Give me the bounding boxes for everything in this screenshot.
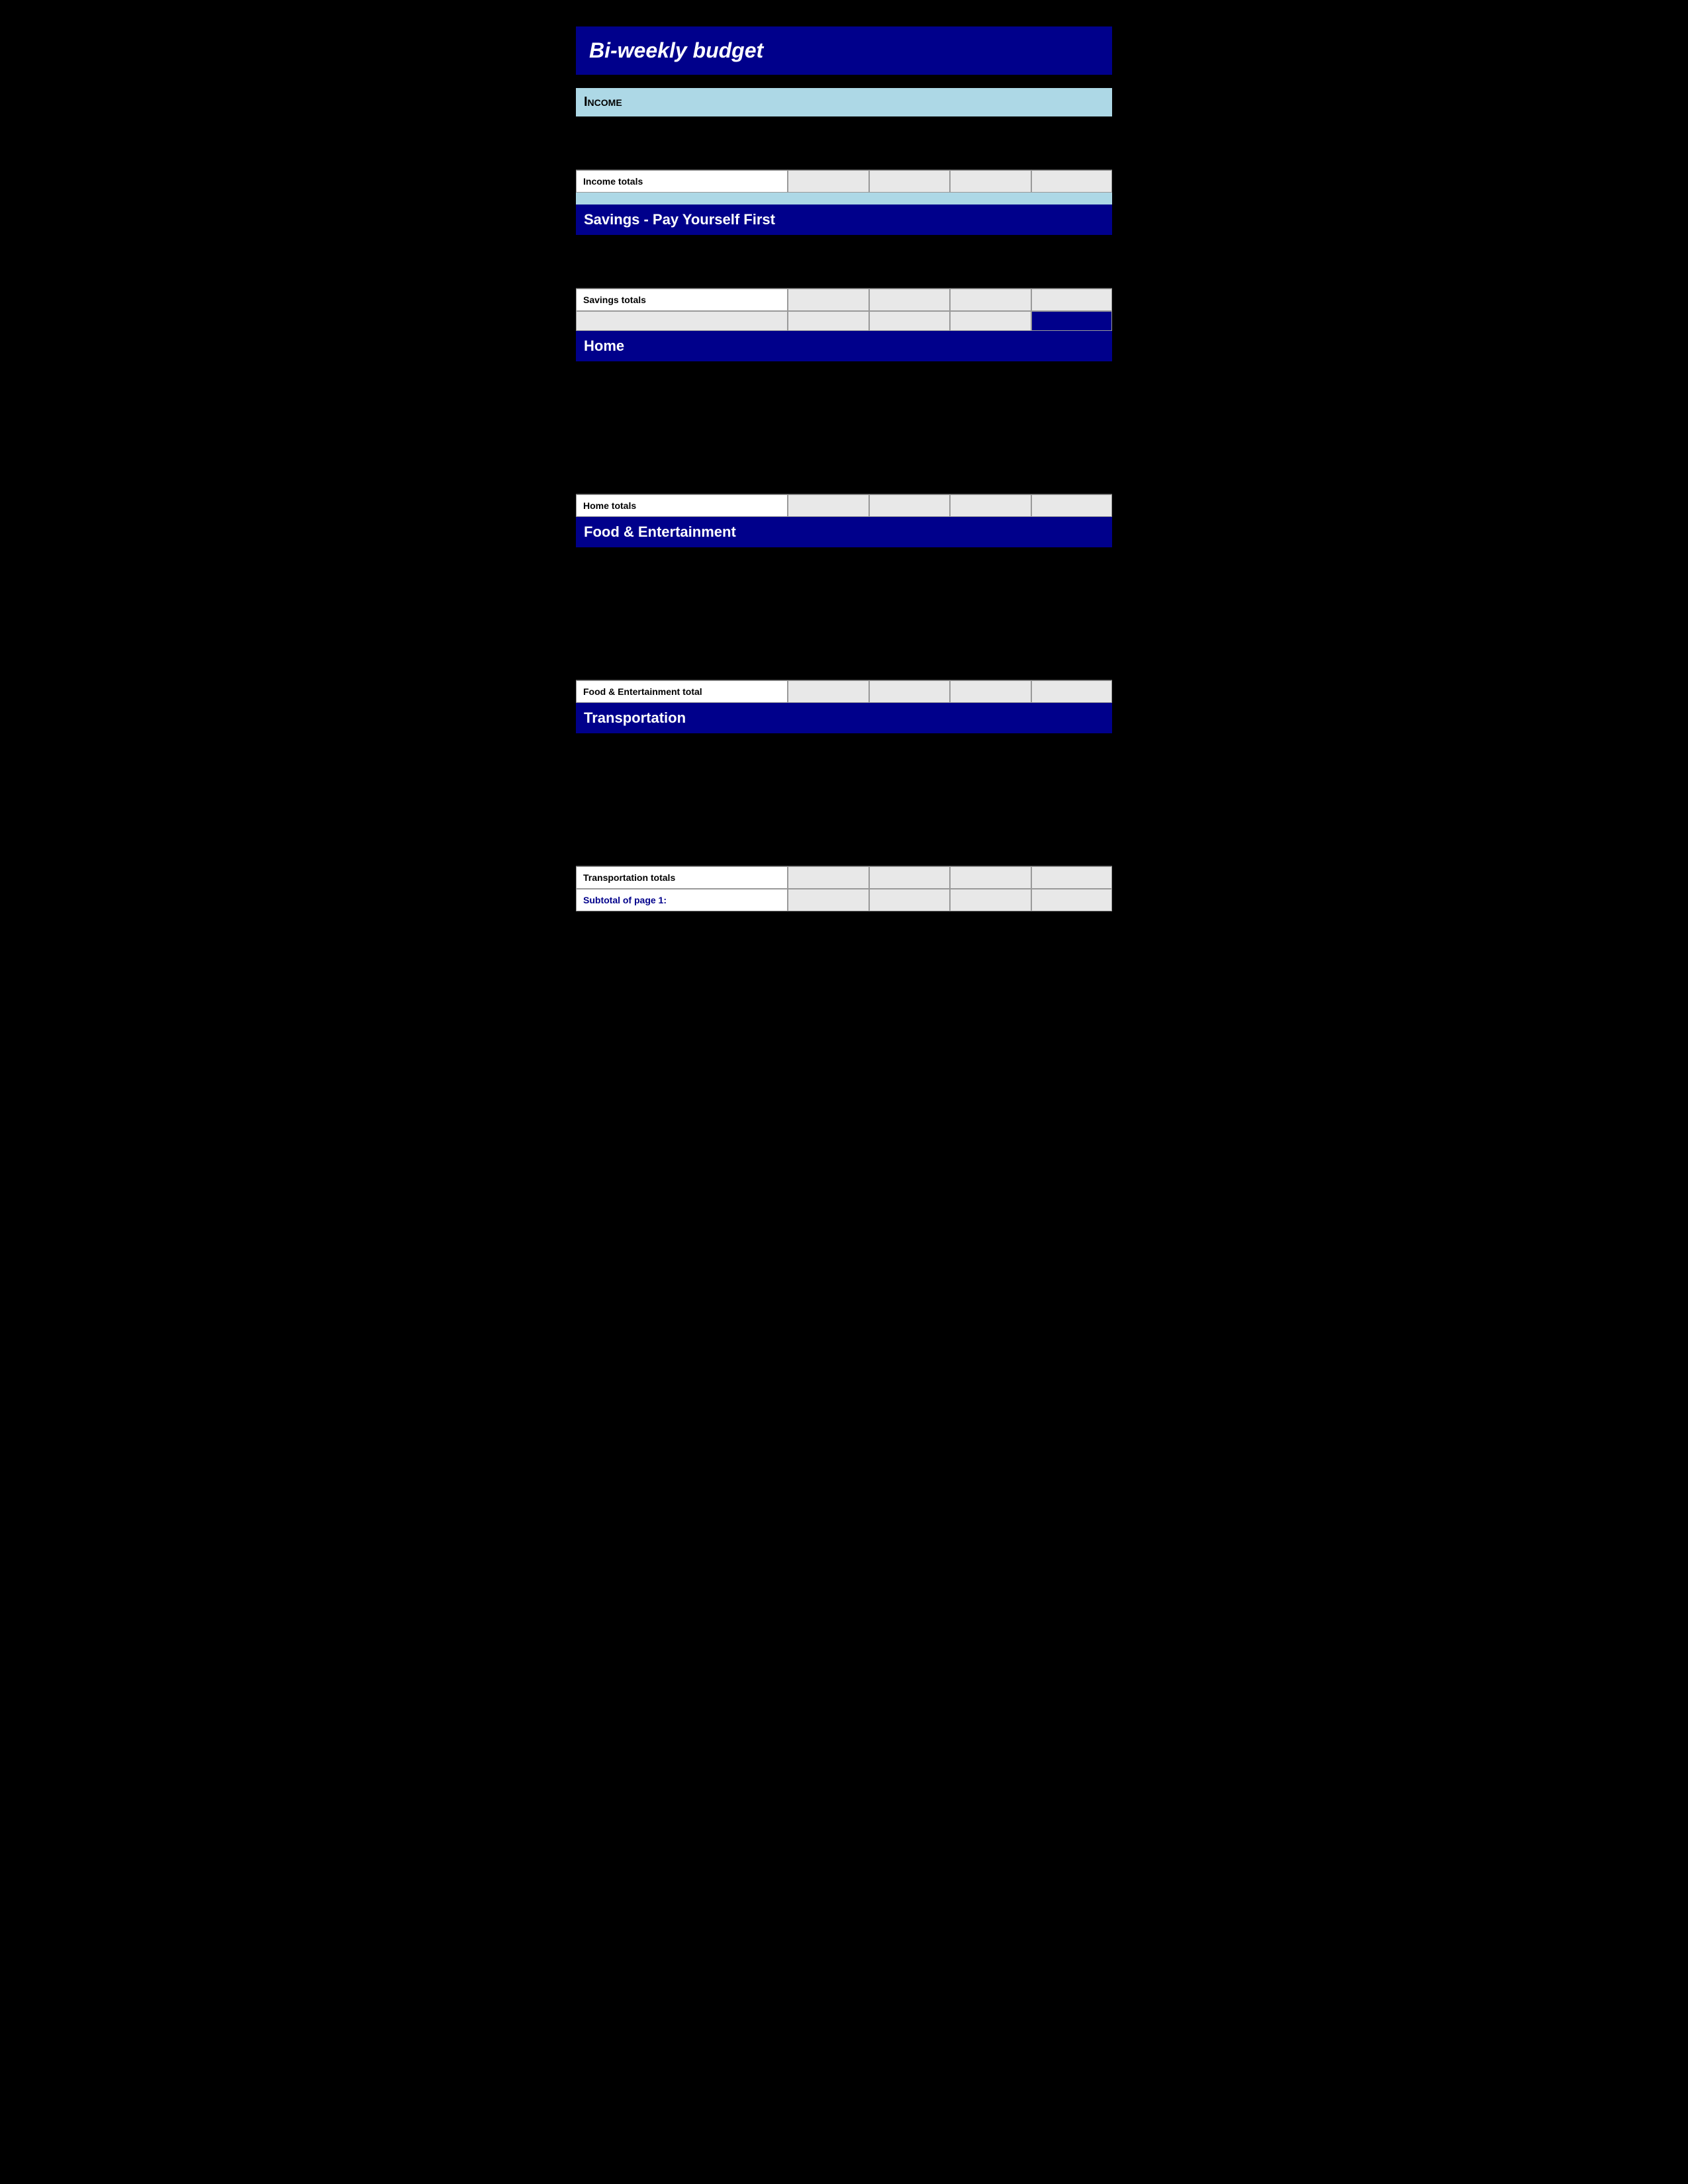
home-totals-label: Home totals bbox=[576, 494, 788, 517]
savings-sub-col3 bbox=[950, 311, 1031, 331]
transportation-totals-col1 bbox=[788, 866, 869, 889]
transportation-totals-col3 bbox=[950, 866, 1031, 889]
savings-subtotal-row bbox=[576, 311, 1112, 331]
food-totals-row: Food & Entertainment total bbox=[576, 680, 1112, 703]
income-totals-label: Income totals bbox=[576, 170, 788, 193]
title-bar: Bi-weekly budget bbox=[576, 26, 1112, 75]
savings-pre-spacer bbox=[576, 193, 1112, 205]
savings-totals-col1 bbox=[788, 289, 869, 311]
income-section: Income Income totals bbox=[576, 88, 1112, 193]
savings-sub-col4 bbox=[1031, 311, 1113, 331]
income-totals-col3 bbox=[950, 170, 1031, 193]
transportation-header: Transportation bbox=[576, 703, 1112, 733]
income-label: Income bbox=[584, 95, 1104, 110]
income-totals-col2 bbox=[869, 170, 951, 193]
savings-totals-label: Savings totals bbox=[576, 289, 788, 311]
food-content-spacer bbox=[576, 547, 1112, 680]
home-totals-col2 bbox=[869, 494, 951, 517]
income-totals-row: Income totals bbox=[576, 169, 1112, 193]
food-totals-col2 bbox=[869, 680, 951, 703]
savings-totals-col4 bbox=[1031, 289, 1113, 311]
subtotal-label: Subtotal of page 1: bbox=[576, 889, 788, 911]
transportation-section: Transportation Transportation totals bbox=[576, 703, 1112, 889]
home-totals-col4 bbox=[1031, 494, 1113, 517]
food-section: Food & Entertainment Food & Entertainmen… bbox=[576, 517, 1112, 703]
savings-header: Savings - Pay Yourself First bbox=[576, 205, 1112, 235]
savings-totals-row: Savings totals bbox=[576, 288, 1112, 311]
transportation-totals-col4 bbox=[1031, 866, 1113, 889]
subtotal-col4 bbox=[1031, 889, 1113, 911]
savings-label: Savings - Pay Yourself First bbox=[584, 211, 1104, 228]
food-header: Food & Entertainment bbox=[576, 517, 1112, 547]
home-header: Home bbox=[576, 331, 1112, 361]
food-totals-col1 bbox=[788, 680, 869, 703]
transportation-content-spacer bbox=[576, 733, 1112, 866]
home-totals-col1 bbox=[788, 494, 869, 517]
income-totals-col4 bbox=[1031, 170, 1113, 193]
savings-sub-col2 bbox=[869, 311, 951, 331]
page-subtotal-row: Subtotal of page 1: bbox=[576, 889, 1112, 911]
transportation-label: Transportation bbox=[584, 709, 1104, 727]
food-totals-col3 bbox=[950, 680, 1031, 703]
subtotal-col3 bbox=[950, 889, 1031, 911]
home-label: Home bbox=[584, 338, 1104, 355]
subtotal-col1 bbox=[788, 889, 869, 911]
home-content-spacer bbox=[576, 361, 1112, 494]
page-title: Bi-weekly budget bbox=[589, 38, 1099, 63]
income-header: Income bbox=[576, 88, 1112, 116]
home-totals-row: Home totals bbox=[576, 494, 1112, 517]
savings-totals-col2 bbox=[869, 289, 951, 311]
page-container: Bi-weekly budget Income Income totals Sa… bbox=[576, 26, 1112, 911]
savings-content-spacer bbox=[576, 235, 1112, 288]
income-totals-col1 bbox=[788, 170, 869, 193]
food-label: Food & Entertainment bbox=[584, 523, 1104, 541]
home-section: Home Home totals bbox=[576, 331, 1112, 517]
food-totals-label: Food & Entertainment total bbox=[576, 680, 788, 703]
home-totals-col3 bbox=[950, 494, 1031, 517]
savings-totals-col3 bbox=[950, 289, 1031, 311]
savings-sub-col1 bbox=[788, 311, 869, 331]
savings-section: Savings - Pay Yourself First Savings tot… bbox=[576, 205, 1112, 331]
food-totals-col4 bbox=[1031, 680, 1113, 703]
income-content-spacer bbox=[576, 116, 1112, 169]
transportation-totals-row: Transportation totals bbox=[576, 866, 1112, 889]
subtotal-col2 bbox=[869, 889, 951, 911]
transportation-totals-col2 bbox=[869, 866, 951, 889]
savings-sub-col0 bbox=[576, 311, 788, 331]
transportation-totals-label: Transportation totals bbox=[576, 866, 788, 889]
